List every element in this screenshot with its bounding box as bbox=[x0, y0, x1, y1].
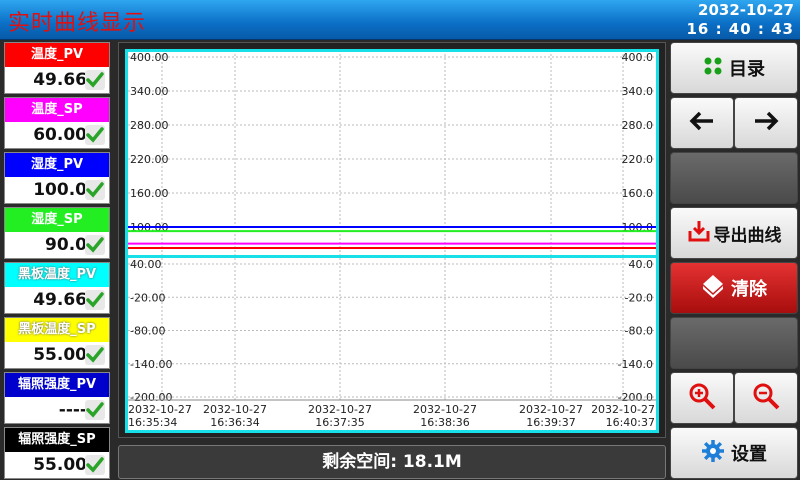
tag-label: 黑板温度_SP bbox=[5, 318, 109, 342]
x-tick-time: 16:35:34 bbox=[128, 416, 177, 429]
tag-value: 49.66 bbox=[33, 70, 87, 90]
checkmark-icon[interactable] bbox=[85, 345, 105, 365]
y-tick-label-right: -80.0 bbox=[625, 325, 653, 338]
clear-button[interactable]: 清除 bbox=[670, 262, 798, 314]
tag-label: 温度_PV bbox=[5, 43, 109, 67]
export-curve-label: 导出曲线 bbox=[713, 225, 782, 246]
trend-chart[interactable]: 400.00 400.0 340.00 340.0 280.00 280.0 220.00 2… bbox=[128, 52, 656, 430]
y-tick-label-left: 40.00 bbox=[130, 258, 162, 271]
tag-item: 辐照强度_SP 55.00 bbox=[4, 427, 110, 479]
tag-value: 90.0 bbox=[45, 235, 87, 255]
export-curve-button[interactable]: 导出曲线 bbox=[670, 207, 798, 259]
y-tick-label-right: -20.0 bbox=[625, 291, 653, 304]
tag-value: 55.00 bbox=[33, 345, 87, 365]
tag-value: ---- bbox=[58, 400, 87, 420]
checkmark-icon[interactable] bbox=[85, 125, 105, 145]
settings-button[interactable]: 设置 bbox=[670, 427, 798, 479]
tag-item: 湿度_PV 100.0 bbox=[4, 152, 110, 204]
y-tick-label-right: 160.0 bbox=[622, 187, 654, 200]
x-tick-date: 2032-10-27 bbox=[519, 403, 583, 416]
zoom-in-button[interactable] bbox=[670, 372, 734, 424]
blank-button-2 bbox=[670, 317, 798, 369]
clear-label: 清除 bbox=[731, 279, 767, 300]
scroll-left-button[interactable] bbox=[670, 97, 734, 149]
tag-label: 湿度_PV bbox=[5, 153, 109, 177]
x-tick-time: 16:38:36 bbox=[420, 416, 469, 429]
checkmark-icon[interactable] bbox=[85, 290, 105, 310]
control-panel: 目录 导出曲线 清除 设置 bbox=[668, 40, 800, 480]
x-tick-date: 2032-10-27 bbox=[128, 403, 192, 416]
y-tick-label-right: -140.0 bbox=[618, 358, 653, 371]
y-tick-label-left: 220.00 bbox=[130, 153, 169, 166]
arrow-right-icon bbox=[753, 111, 779, 136]
clock-date: 2032-10-27 bbox=[698, 1, 794, 19]
tag-label: 辐照强度_PV bbox=[5, 373, 109, 397]
tag-item: 湿度_SP 90.0 bbox=[4, 207, 110, 259]
tag-label: 黑板温度_PV bbox=[5, 263, 109, 287]
y-tick-label-right: 220.0 bbox=[622, 153, 654, 166]
clock-time: 16 : 40 : 43 bbox=[686, 20, 794, 38]
y-tick-label-left: -80.00 bbox=[130, 325, 165, 338]
x-tick-date: 2032-10-27 bbox=[308, 403, 372, 416]
tag-value: 60.00 bbox=[33, 125, 87, 145]
settings-label: 设置 bbox=[731, 444, 767, 465]
tag-value: 100.0 bbox=[33, 180, 87, 200]
page-title: 实时曲线显示 bbox=[8, 11, 147, 36]
tag-item: 温度_PV 49.66 bbox=[4, 42, 110, 94]
grid-dots-icon bbox=[703, 56, 723, 81]
y-tick-label-left: 340.00 bbox=[130, 85, 169, 98]
x-tick-date: 2032-10-27 bbox=[203, 403, 267, 416]
zoom-out-button[interactable] bbox=[734, 372, 798, 424]
trend-chart-border: 400.00 400.0 340.00 340.0 280.00 280.0 220.00 2… bbox=[125, 49, 659, 433]
tag-value: 55.00 bbox=[33, 455, 87, 475]
blank-button-1 bbox=[670, 152, 798, 204]
catalog-button[interactable]: 目录 bbox=[670, 42, 798, 94]
catalog-label: 目录 bbox=[729, 59, 765, 80]
remaining-space-bar: 剩余空间: 18.1M bbox=[118, 445, 666, 479]
checkmark-icon[interactable] bbox=[85, 455, 105, 475]
zoom-in-icon bbox=[687, 381, 717, 416]
gear-icon bbox=[701, 439, 725, 468]
eraser-icon bbox=[701, 273, 725, 304]
tag-item: 温度_SP 60.00 bbox=[4, 97, 110, 149]
chart-plot-area bbox=[128, 52, 656, 430]
checkmark-icon[interactable] bbox=[85, 400, 105, 420]
y-tick-label-left: -140.00 bbox=[130, 358, 172, 371]
checkmark-icon[interactable] bbox=[85, 180, 105, 200]
panel-separator bbox=[128, 255, 656, 258]
zoom-out-icon bbox=[751, 381, 781, 416]
x-tick-date: 2032-10-27 bbox=[591, 403, 655, 416]
y-tick-label-left: 400.00 bbox=[130, 52, 169, 64]
tag-item: 辐照强度_PV ---- bbox=[4, 372, 110, 424]
checkmark-icon[interactable] bbox=[85, 70, 105, 90]
tag-label: 湿度_SP bbox=[5, 208, 109, 232]
tag-item: 黑板温度_PV 49.66 bbox=[4, 262, 110, 314]
tag-label: 温度_SP bbox=[5, 98, 109, 122]
x-tick-time: 16:40:37 bbox=[606, 416, 655, 429]
x-tick-time: 16:39:37 bbox=[526, 416, 575, 429]
x-tick-time: 16:37:35 bbox=[315, 416, 364, 429]
y-tick-label-left: 160.00 bbox=[130, 187, 169, 200]
trend-chart-frame: 400.00 400.0 340.00 340.0 280.00 280.0 220.00 2… bbox=[118, 42, 666, 438]
y-tick-label-right: 280.0 bbox=[622, 119, 654, 132]
checkmark-icon[interactable] bbox=[85, 235, 105, 255]
y-tick-label-right: 40.0 bbox=[629, 258, 654, 271]
y-tick-label-right: 340.0 bbox=[622, 85, 654, 98]
y-tick-label-left: 280.00 bbox=[130, 119, 169, 132]
y-tick-label-left: -20.00 bbox=[130, 291, 165, 304]
x-tick-time: 16:36:34 bbox=[210, 416, 259, 429]
title-bar: 实时曲线显示 2032-10-27 16 : 40 : 43 bbox=[0, 0, 800, 40]
tag-label: 辐照强度_SP bbox=[5, 428, 109, 452]
scroll-right-button[interactable] bbox=[734, 97, 798, 149]
tag-panel: 温度_PV 49.66 温度_SP 60.00 湿度_PV 100.0 湿度_SP 90.0 黑… bbox=[0, 40, 114, 480]
x-tick-date: 2032-10-27 bbox=[413, 403, 477, 416]
arrow-left-icon bbox=[689, 111, 715, 136]
y-tick-label-right: 400.0 bbox=[622, 52, 654, 64]
tag-value: 49.66 bbox=[33, 290, 87, 310]
tag-item: 黑板温度_SP 55.00 bbox=[4, 317, 110, 369]
download-icon bbox=[687, 219, 711, 248]
